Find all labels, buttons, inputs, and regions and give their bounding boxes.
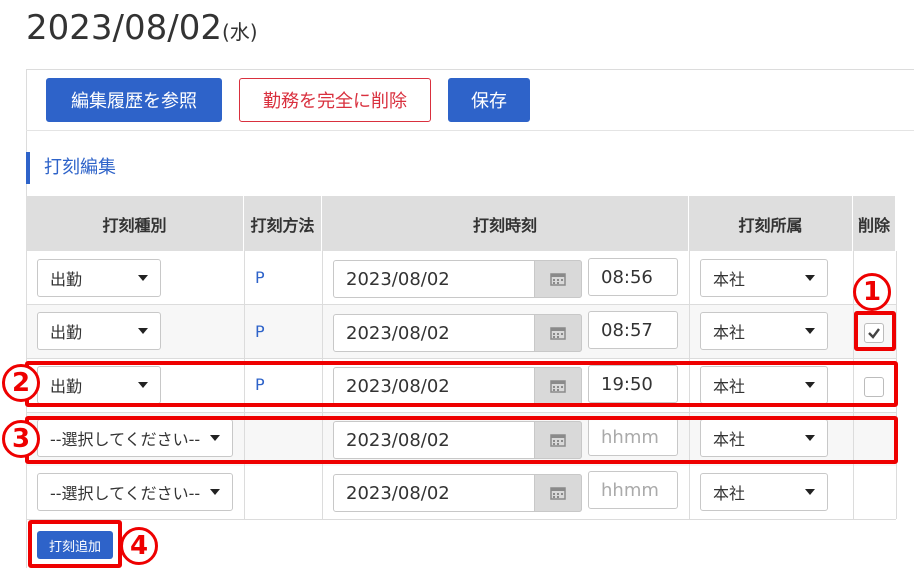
col-header-method: 打刻方法 xyxy=(244,196,322,251)
date-text: 2023/08/02 xyxy=(26,8,222,48)
stamp-type-select[interactable]: --選択してください-- xyxy=(37,473,233,511)
view-history-button[interactable]: 編集履歴を参照 xyxy=(46,78,222,122)
caret-down-icon xyxy=(805,328,815,334)
stamp-type-value: --選択してください-- xyxy=(50,484,201,503)
col-header-type: 打刻種別 xyxy=(26,196,244,251)
stamp-time-input[interactable]: 08:57 xyxy=(588,311,678,349)
stamp-date-input[interactable]: 2023/08/02 xyxy=(333,260,582,298)
stamp-date-input[interactable]: 2023/08/02 xyxy=(333,314,582,352)
stamp-type-select[interactable]: 出勤 xyxy=(37,312,161,350)
stamp-type-value: 出勤 xyxy=(50,323,83,342)
annotation-box xyxy=(25,361,898,407)
affiliation-value: 本社 xyxy=(713,323,746,342)
stamp-type-value: 出勤 xyxy=(50,270,83,289)
stamp-time-input[interactable]: hhmm xyxy=(588,471,678,509)
affiliation-value: 本社 xyxy=(713,484,746,503)
stamp-time-input[interactable]: 08:56 xyxy=(588,258,678,296)
weekday-text: (水) xyxy=(221,20,258,44)
annotation-box xyxy=(25,416,898,464)
stamp-date-value: 2023/08/02 xyxy=(346,322,450,344)
caret-down-icon xyxy=(805,275,815,281)
affiliation-value: 本社 xyxy=(713,270,746,289)
annotation-number-badge: 2 xyxy=(2,364,40,402)
delete-work-button[interactable]: 勤務を完全に削除 xyxy=(239,78,431,122)
stamp-date-input[interactable]: 2023/08/02 xyxy=(333,474,582,512)
caret-down-icon xyxy=(805,489,815,495)
col-header-time: 打刻時刻 xyxy=(322,196,689,251)
calendar-icon[interactable] xyxy=(534,314,582,352)
stamp-method: P xyxy=(255,268,265,287)
caret-down-icon xyxy=(138,328,148,334)
col-header-affiliation: 打刻所属 xyxy=(689,196,853,251)
section-title: 打刻編集 xyxy=(26,152,116,184)
stamp-method: P xyxy=(255,322,265,341)
stamp-date-value: 2023/08/02 xyxy=(346,482,450,504)
affiliation-select[interactable]: 本社 xyxy=(700,473,828,511)
annotation-number-badge: 4 xyxy=(120,527,158,565)
stamp-type-select[interactable]: 出勤 xyxy=(37,259,161,297)
toolbar-divider xyxy=(26,130,914,131)
caret-down-icon xyxy=(210,489,220,495)
caret-down-icon xyxy=(138,275,148,281)
stamp-date-value: 2023/08/02 xyxy=(346,268,450,290)
annotation-box xyxy=(854,311,896,351)
calendar-icon[interactable] xyxy=(534,260,582,298)
affiliation-select[interactable]: 本社 xyxy=(700,259,828,297)
calendar-icon[interactable] xyxy=(534,474,582,512)
annotation-number-badge: 1 xyxy=(853,273,891,311)
annotation-number-badge: 3 xyxy=(2,420,40,458)
page-title: 2023/08/02(水) xyxy=(26,8,258,48)
annotation-box xyxy=(28,520,122,568)
save-button[interactable]: 保存 xyxy=(448,78,530,122)
col-header-delete: 削除 xyxy=(853,196,896,251)
affiliation-select[interactable]: 本社 xyxy=(700,312,828,350)
